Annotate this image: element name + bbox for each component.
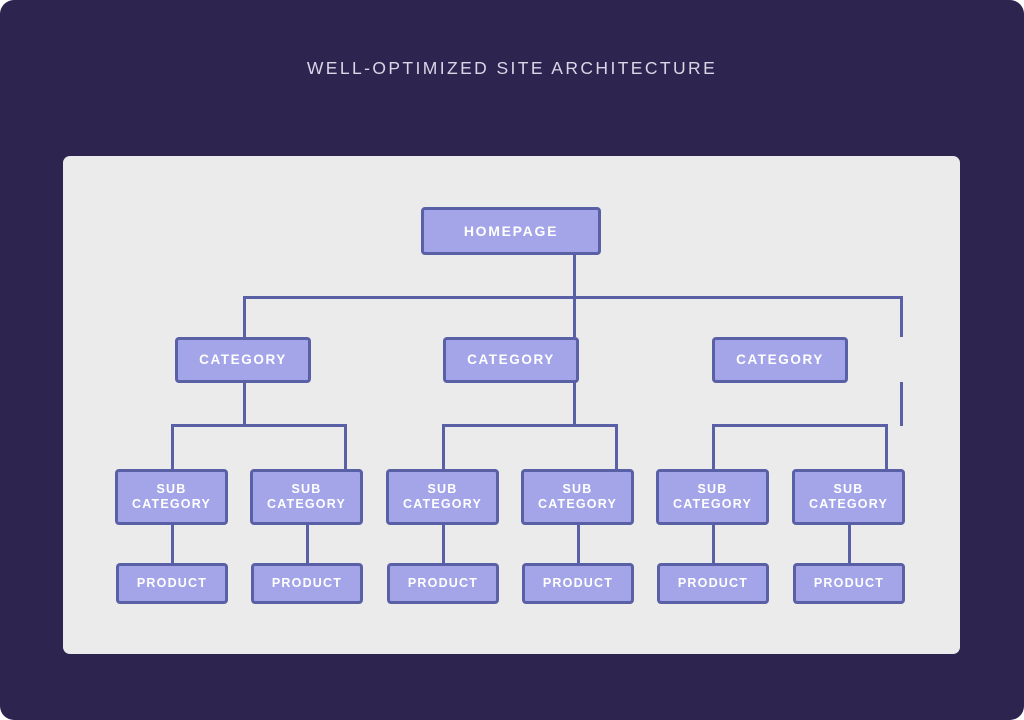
connector-cat2-drop-left bbox=[442, 424, 445, 470]
node-product-4-label: PRODUCT bbox=[542, 576, 614, 591]
node-product-4[interactable]: PRODUCT bbox=[522, 563, 634, 604]
node-subcategory-4-label: SUB CATEGORY bbox=[537, 482, 618, 511]
connector-category-drop-3 bbox=[900, 296, 903, 337]
diagram-canvas: WELL-OPTIMIZED SITE ARCHITECTURE HOMEPAG… bbox=[0, 0, 1024, 720]
node-subcategory-2[interactable]: SUB CATEGORY bbox=[250, 469, 363, 525]
connector-category-drop-2 bbox=[573, 296, 576, 337]
node-product-1[interactable]: PRODUCT bbox=[116, 563, 228, 604]
connector-sub3-product bbox=[442, 524, 445, 564]
node-product-1-label: PRODUCT bbox=[136, 576, 208, 591]
page-title: WELL-OPTIMIZED SITE ARCHITECTURE bbox=[306, 58, 718, 78]
node-category-3-label: CATEGORY bbox=[736, 352, 824, 368]
node-subcategory-1-label: SUB CATEGORY bbox=[131, 482, 212, 511]
connector-cat2-stem bbox=[573, 382, 576, 426]
node-subcategory-1[interactable]: SUB CATEGORY bbox=[115, 469, 228, 525]
node-product-3[interactable]: PRODUCT bbox=[387, 563, 499, 604]
connector-homepage-stem bbox=[573, 255, 576, 298]
node-subcategory-2-label: SUB CATEGORY bbox=[266, 482, 347, 511]
node-product-5-label: PRODUCT bbox=[677, 576, 749, 591]
connector-sub6-product bbox=[848, 524, 851, 564]
node-subcategory-3-label: SUB CATEGORY bbox=[402, 482, 483, 511]
node-subcategory-5[interactable]: SUB CATEGORY bbox=[656, 469, 769, 525]
node-subcategory-4[interactable]: SUB CATEGORY bbox=[521, 469, 634, 525]
connector-cat1-drop-left bbox=[171, 424, 174, 470]
node-homepage[interactable]: HOMEPAGE bbox=[421, 207, 601, 255]
connector-category-drop-1 bbox=[243, 296, 246, 337]
node-category-2-label: CATEGORY bbox=[467, 352, 555, 368]
connector-cat3-bus bbox=[712, 424, 888, 427]
connector-cat1-bus bbox=[171, 424, 347, 427]
connector-cat2-bus bbox=[442, 424, 618, 427]
node-subcategory-6[interactable]: SUB CATEGORY bbox=[792, 469, 905, 525]
node-category-3[interactable]: CATEGORY bbox=[712, 337, 848, 383]
node-subcategory-6-label: SUB CATEGORY bbox=[808, 482, 889, 511]
node-product-3-label: PRODUCT bbox=[407, 576, 479, 591]
node-product-2-label: PRODUCT bbox=[271, 576, 343, 591]
connector-cat1-drop-right bbox=[344, 424, 347, 470]
node-product-6-label: PRODUCT bbox=[813, 576, 885, 591]
connector-sub4-product bbox=[577, 524, 580, 564]
connector-cat3-drop-right bbox=[885, 424, 888, 470]
connector-sub1-product bbox=[171, 524, 174, 564]
connector-cat2-drop-right bbox=[615, 424, 618, 470]
connector-sub5-product bbox=[712, 524, 715, 564]
node-subcategory-5-label: SUB CATEGORY bbox=[672, 482, 753, 511]
node-product-2[interactable]: PRODUCT bbox=[251, 563, 363, 604]
diagram-panel: HOMEPAGE CATEGORY CATEGORY CATEGORY SUB … bbox=[63, 156, 960, 654]
node-product-5[interactable]: PRODUCT bbox=[657, 563, 769, 604]
node-subcategory-3[interactable]: SUB CATEGORY bbox=[386, 469, 499, 525]
node-product-6[interactable]: PRODUCT bbox=[793, 563, 905, 604]
connector-sub2-product bbox=[306, 524, 309, 564]
connector-cat3-drop-left bbox=[712, 424, 715, 470]
node-category-1[interactable]: CATEGORY bbox=[175, 337, 311, 383]
node-category-1-label: CATEGORY bbox=[199, 352, 287, 368]
node-homepage-label: HOMEPAGE bbox=[463, 222, 559, 239]
connector-cat1-stem bbox=[243, 382, 246, 426]
node-category-2[interactable]: CATEGORY bbox=[443, 337, 579, 383]
connector-cat3-stem bbox=[900, 382, 903, 426]
